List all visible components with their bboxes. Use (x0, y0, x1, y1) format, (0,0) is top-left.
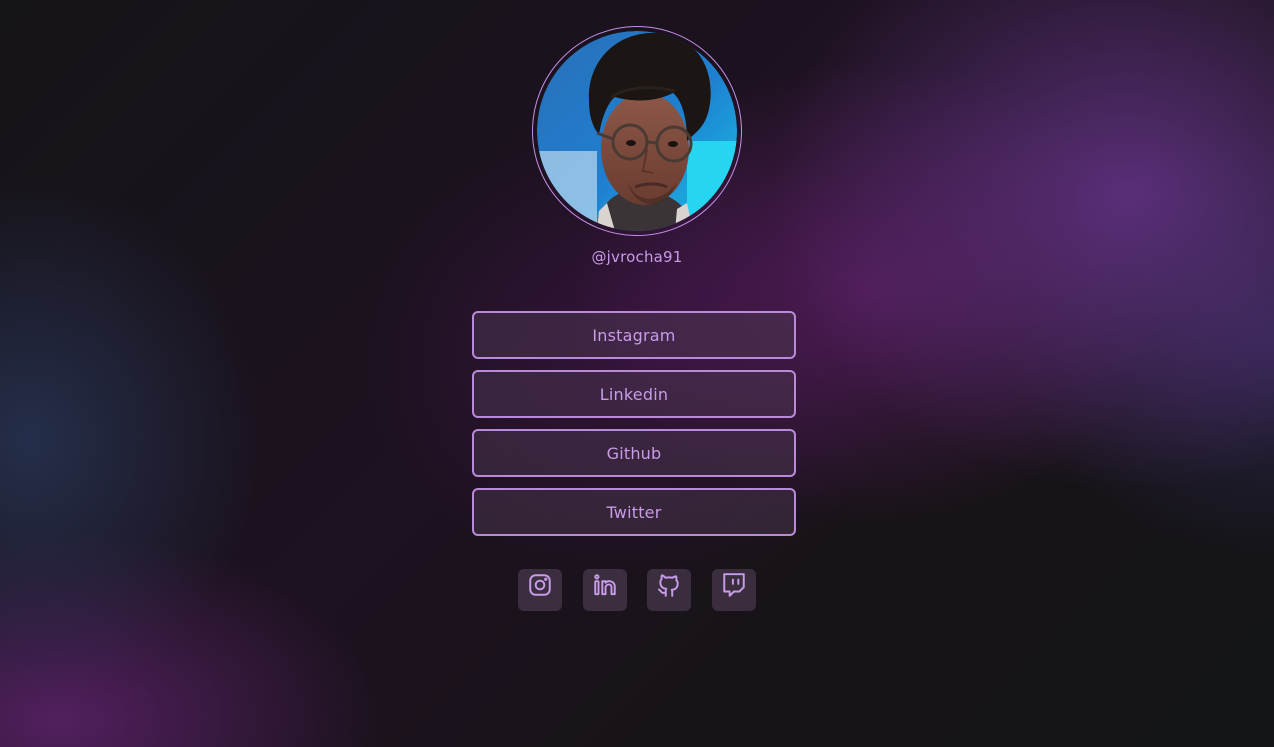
social-icons-row (518, 569, 756, 611)
avatar (537, 31, 737, 231)
instagram-icon (529, 574, 551, 596)
twitch-social-button[interactable] (711, 569, 756, 611)
linkedin-social-button[interactable] (582, 569, 627, 611)
github-social-button[interactable] (647, 569, 691, 611)
link-list: Instagram Linkedin Github Twitter (472, 311, 796, 547)
username: @jvrocha91 (591, 248, 683, 266)
linkedin-link-button[interactable]: Linkedin (472, 370, 796, 418)
github-icon (657, 574, 679, 597)
profile-avatar-container (532, 26, 742, 236)
twitch-icon (722, 573, 745, 597)
avatar-ring (532, 26, 742, 236)
linkedin-icon (593, 574, 616, 596)
instagram-social-button[interactable] (518, 569, 562, 611)
twitter-link-button[interactable]: Twitter (472, 488, 796, 536)
github-link-button[interactable]: Github (472, 429, 796, 477)
instagram-link-button[interactable]: Instagram (472, 311, 796, 359)
